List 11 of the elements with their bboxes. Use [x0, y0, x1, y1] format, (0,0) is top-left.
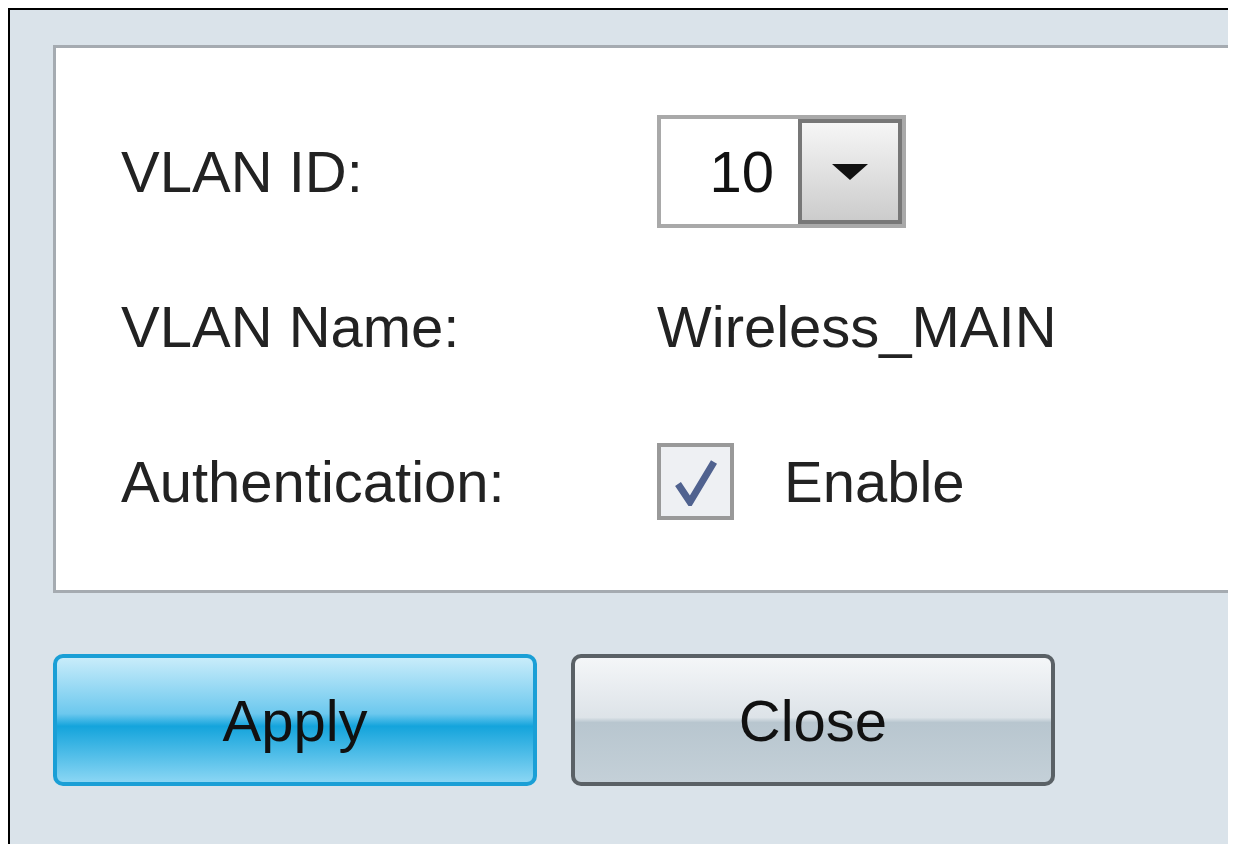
apply-button[interactable]: Apply: [53, 654, 537, 786]
checkbox-label: Enable: [784, 448, 965, 516]
caret-icon: [830, 161, 870, 182]
field-label: Authentication:: [121, 448, 506, 516]
vlan-id-dropdown[interactable]: 10: [657, 115, 906, 228]
checkbox[interactable]: [657, 443, 734, 520]
field-label: VLAN Name:: [121, 293, 461, 361]
check-icon: [673, 457, 718, 506]
close-button[interactable]: Close: [571, 654, 1055, 786]
field-label: VLAN ID:: [121, 138, 364, 206]
field-value: Wireless_MAIN: [657, 293, 1058, 361]
